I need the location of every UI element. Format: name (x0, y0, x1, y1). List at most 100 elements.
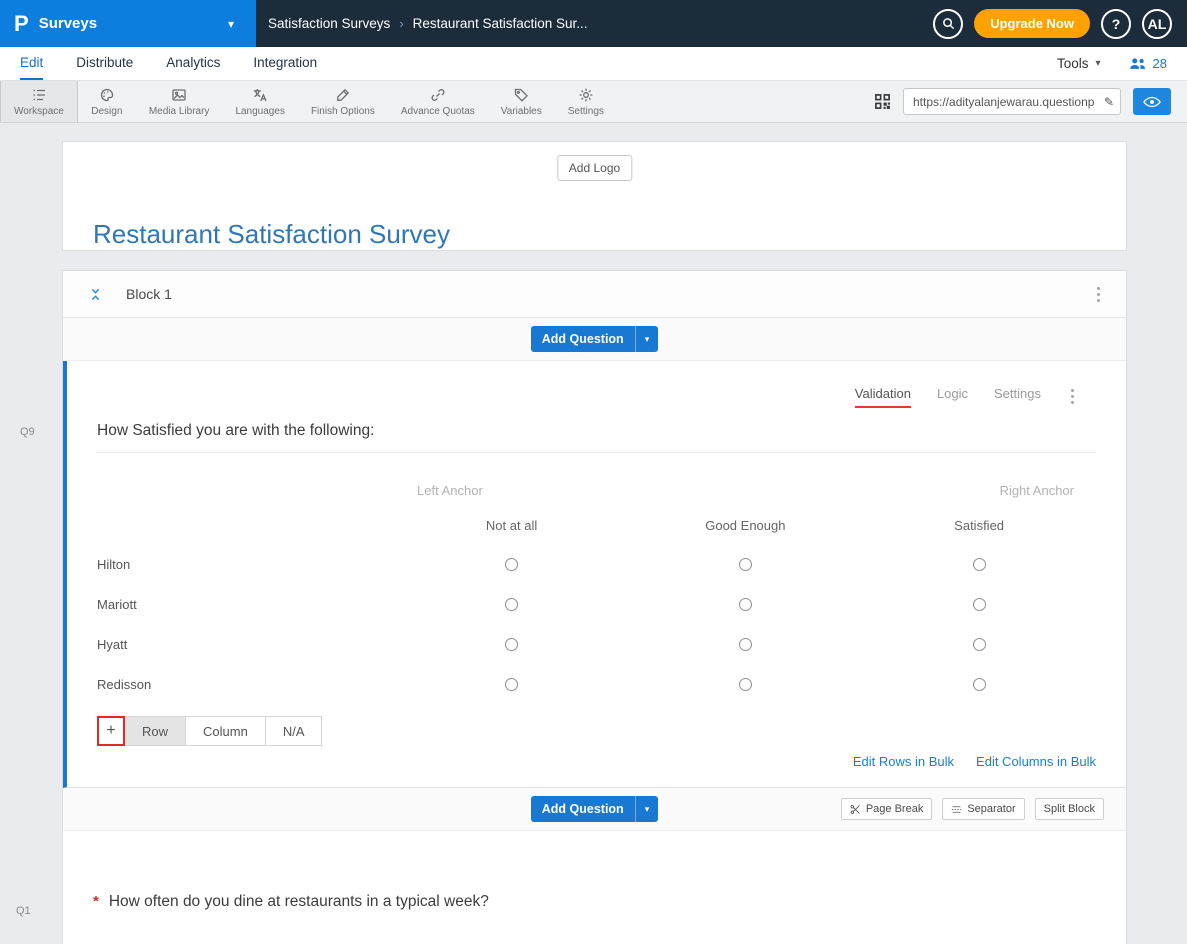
radio-button[interactable] (973, 638, 986, 651)
survey-header-card: Add Logo Restaurant Satisfaction Survey (62, 141, 1127, 251)
toolbar-item-advance-quotas[interactable]: Advance Quotas (388, 81, 488, 122)
separator-icon (951, 804, 962, 815)
split-block-button[interactable]: Split Block (1035, 798, 1104, 820)
topbar: P Surveys ▾ Satisfaction Surveys › Resta… (0, 0, 1187, 47)
question-tab-logic[interactable]: Logic (937, 386, 968, 408)
toolbar-item-label: Workspace (14, 106, 64, 117)
tab-distribute[interactable]: Distribute (76, 47, 133, 80)
toolbar-item-variables[interactable]: Variables (488, 81, 555, 122)
collaborators[interactable]: 28 (1129, 56, 1167, 71)
question-tab-validation[interactable]: Validation (855, 386, 911, 408)
split-block-label: Split Block (1044, 803, 1095, 815)
matrix-row-label[interactable]: Redisson (97, 677, 151, 692)
add-question-strip-top: Add Question ▾ (63, 318, 1126, 361)
toolbar-right: ✎ (874, 81, 1187, 122)
scissors-icon (850, 804, 861, 815)
radio-button[interactable] (505, 638, 518, 651)
add-row-plus-button[interactable]: + (97, 716, 125, 746)
workspace-icon (31, 87, 47, 103)
survey-title[interactable]: Restaurant Satisfaction Survey (93, 219, 450, 250)
languages-icon (252, 87, 268, 103)
tab-integration[interactable]: Integration (253, 47, 317, 80)
advance-quotas-icon (430, 87, 446, 103)
survey-url-input[interactable] (903, 88, 1121, 115)
breadcrumb-item-folder[interactable]: Satisfaction Surveys (268, 16, 390, 31)
upgrade-now-button[interactable]: Upgrade Now (974, 9, 1090, 38)
question-text[interactable]: How often do you dine at restaurants in … (109, 893, 489, 911)
tab-edit[interactable]: Edit (20, 47, 43, 80)
chevron-down-icon: ▾ (645, 804, 650, 815)
block-menu-button[interactable] (1093, 283, 1104, 306)
variables-icon (513, 87, 529, 103)
edit-rows-in-bulk-link[interactable]: Edit Rows in Bulk (853, 754, 954, 769)
preview-button[interactable] (1133, 88, 1171, 115)
add-question-dropdown-button[interactable]: ▾ (635, 326, 659, 352)
add-question-dropdown-button[interactable]: ▾ (635, 796, 659, 822)
matrix-row-mariott: Mariott (97, 584, 1096, 624)
matrix-row-label[interactable]: Hilton (97, 557, 130, 572)
separator-button[interactable]: Separator (942, 798, 1024, 820)
edit-columns-in-bulk-link[interactable]: Edit Columns in Bulk (976, 754, 1096, 769)
qr-code-button[interactable] (874, 93, 891, 110)
radio-button[interactable] (505, 558, 518, 571)
toolbar-item-languages[interactable]: Languages (222, 81, 298, 122)
matrix-row-label[interactable]: Hyatt (97, 637, 127, 652)
radio-button[interactable] (505, 598, 518, 611)
matrix-row-label[interactable]: Mariott (97, 597, 137, 612)
matrix-column-headers: Not at all Good Enough Satisfied (97, 518, 1096, 533)
matrix-column-header[interactable]: Satisfied (954, 518, 1004, 533)
editor-canvas: Q9 Q1 Add Logo Restaurant Satisfaction S… (0, 123, 1187, 944)
collapse-block-button[interactable] (89, 288, 102, 301)
toolbar-item-design[interactable]: Design (78, 81, 136, 122)
block-title[interactable]: Block 1 (126, 286, 172, 302)
radio-button[interactable] (973, 558, 986, 571)
toolbar-item-media-library[interactable]: Media Library (136, 81, 223, 122)
radio-button[interactable] (973, 678, 986, 691)
help-button[interactable]: ? (1101, 9, 1131, 39)
toolbar-item-label: Media Library (149, 106, 210, 117)
radio-button[interactable] (739, 598, 752, 611)
tab-analytics[interactable]: Analytics (166, 47, 220, 80)
radio-button[interactable] (739, 558, 752, 571)
questionpro-logo-icon: P (14, 13, 29, 35)
avatar[interactable]: AL (1142, 9, 1172, 39)
question-code-q9: Q9 (20, 426, 35, 438)
add-question-button[interactable]: Add Question (531, 326, 635, 352)
main-nav: Edit Distribute Analytics Integration To… (0, 47, 1187, 80)
question-text[interactable]: How Satisfied you are with the following… (97, 422, 1096, 453)
add-row-button[interactable]: Row (125, 716, 186, 746)
block-card: Block 1 Add Question ▾ Validation Logic … (62, 270, 1127, 944)
question-tab-settings[interactable]: Settings (994, 386, 1041, 408)
edit-url-icon[interactable]: ✎ (1104, 95, 1114, 109)
people-icon (1129, 57, 1147, 70)
left-anchor-placeholder[interactable]: Left Anchor (417, 483, 483, 498)
question-menu-button[interactable] (1067, 385, 1078, 408)
add-question-button[interactable]: Add Question (531, 796, 635, 822)
page-break-button[interactable]: Page Break (841, 798, 932, 820)
right-anchor-placeholder[interactable]: Right Anchor (1000, 483, 1074, 498)
add-logo-button[interactable]: Add Logo (557, 155, 632, 181)
radio-button[interactable] (739, 638, 752, 651)
radio-button[interactable] (973, 598, 986, 611)
search-button[interactable] (933, 9, 963, 39)
toolbar-item-workspace[interactable]: Workspace (0, 81, 78, 122)
toolbar-item-label: Finish Options (311, 106, 375, 117)
chevron-down-icon: ▾ (1096, 58, 1101, 69)
toolbar-item-settings[interactable]: Settings (555, 81, 617, 122)
matrix-row-redisson: Redisson (97, 664, 1096, 704)
settings-icon (578, 87, 594, 103)
tools-menu[interactable]: Tools ▾ (1057, 56, 1101, 71)
collaborator-count: 28 (1153, 56, 1167, 71)
matrix-column-header[interactable]: Good Enough (705, 518, 785, 533)
toolbar-item-finish-options[interactable]: Finish Options (298, 81, 388, 122)
matrix-column-header[interactable]: Not at all (486, 518, 537, 533)
brand-switcher[interactable]: P Surveys ▾ (0, 0, 256, 47)
chevron-down-icon: ▾ (645, 334, 650, 345)
collapse-icon (89, 288, 102, 301)
radio-button[interactable] (505, 678, 518, 691)
add-column-button[interactable]: Column (186, 716, 266, 746)
question-q1: * How often do you dine at restaurants i… (63, 831, 1126, 944)
radio-button[interactable] (739, 678, 752, 691)
add-na-button[interactable]: N/A (266, 716, 323, 746)
breadcrumb-item-survey[interactable]: Restaurant Satisfaction Sur... (413, 16, 588, 31)
